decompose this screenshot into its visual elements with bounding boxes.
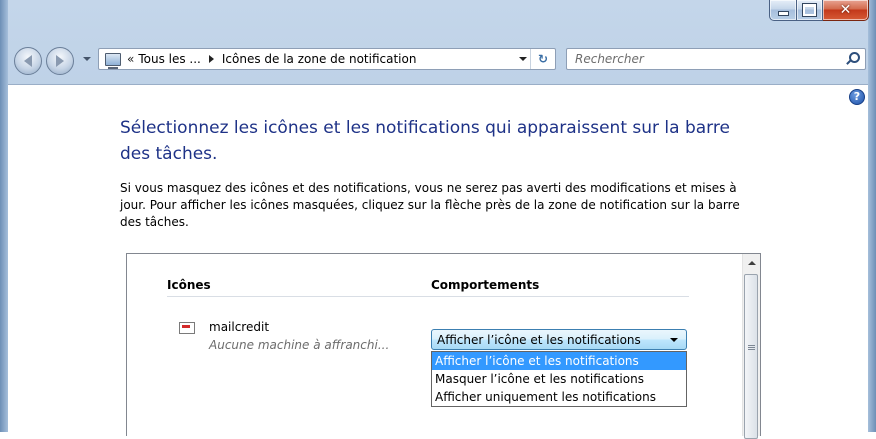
minimize-icon xyxy=(777,10,789,16)
recent-pages-dropdown-icon[interactable] xyxy=(83,57,91,61)
close-icon: ✕ xyxy=(839,2,852,18)
breadcrumb-all-items[interactable]: Tous les ... xyxy=(138,52,201,66)
app-name: mailcredit xyxy=(209,320,270,334)
back-button[interactable] xyxy=(14,47,42,75)
behavior-select-value: Afficher l’icône et les notifications xyxy=(437,332,641,347)
control-panel-icon xyxy=(105,52,121,69)
app-subtitle: Aucune machine à affranchi... xyxy=(209,338,390,352)
search-box[interactable]: Rechercher xyxy=(566,48,866,70)
scrollbar-grip-icon xyxy=(748,345,755,346)
column-header-behaviors: Comportements xyxy=(431,278,540,292)
caption-buttons: ✕ xyxy=(769,0,869,21)
search-input[interactable]: Rechercher xyxy=(575,52,845,66)
page-title: Sélectionnez les icônes et les notificat… xyxy=(120,118,730,164)
mail-app-icon xyxy=(179,322,195,334)
navigation-bar: « Tous les ... Icônes de la zone de noti… xyxy=(0,42,876,76)
search-icon[interactable] xyxy=(845,52,860,66)
content-area: ? Sélectionnez les icônes et les notific… xyxy=(8,84,868,439)
vertical-scrollbar[interactable] xyxy=(742,254,760,439)
forward-arrow-icon xyxy=(56,55,64,67)
option-show-icon-and-notifications[interactable]: Afficher l’icône et les notifications xyxy=(432,352,686,370)
page-description: Si vous masquez des icônes et des notifi… xyxy=(120,181,740,229)
address-bar[interactable]: « Tous les ... Icônes de la zone de noti… xyxy=(98,48,556,70)
refresh-button[interactable]: ↻ xyxy=(530,49,555,69)
minimize-button[interactable] xyxy=(769,0,797,21)
option-hide-icon-and-notifications[interactable]: Masquer l’icône et les notifications xyxy=(432,370,686,388)
help-icon[interactable]: ? xyxy=(849,89,865,105)
breadcrumb-separator-icon[interactable] xyxy=(208,55,214,63)
refresh-icon: ↻ xyxy=(537,52,549,66)
scroll-up-button[interactable] xyxy=(743,254,760,271)
behavior-select[interactable]: Afficher l’icône et les notifications xyxy=(431,329,687,350)
notification-icons-list: Icônes Comportements mailcredit Aucune m… xyxy=(126,253,761,439)
header-divider xyxy=(167,296,689,297)
forward-button[interactable] xyxy=(46,47,74,75)
address-history-dropdown-icon[interactable] xyxy=(519,57,527,61)
address-overflow-chevron[interactable]: « xyxy=(127,52,134,66)
breadcrumb-notification-icons[interactable]: Icônes de la zone de notification xyxy=(222,52,417,66)
close-button[interactable]: ✕ xyxy=(823,0,869,21)
explorer-window: ✕ « Tous les ... Icônes de la zone de no… xyxy=(0,0,876,439)
maximize-icon xyxy=(802,3,817,17)
chevron-down-icon xyxy=(670,337,678,342)
maximize-button[interactable] xyxy=(797,0,823,21)
option-only-show-notifications[interactable]: Afficher uniquement les notifications xyxy=(432,388,686,406)
back-arrow-icon xyxy=(24,55,32,67)
behavior-dropdown-list: Afficher l’icône et les notifications Ma… xyxy=(431,351,687,407)
chevron-up-icon xyxy=(747,260,756,265)
column-header-icons: Icônes xyxy=(167,278,211,292)
scrollbar-thumb[interactable] xyxy=(744,274,758,439)
